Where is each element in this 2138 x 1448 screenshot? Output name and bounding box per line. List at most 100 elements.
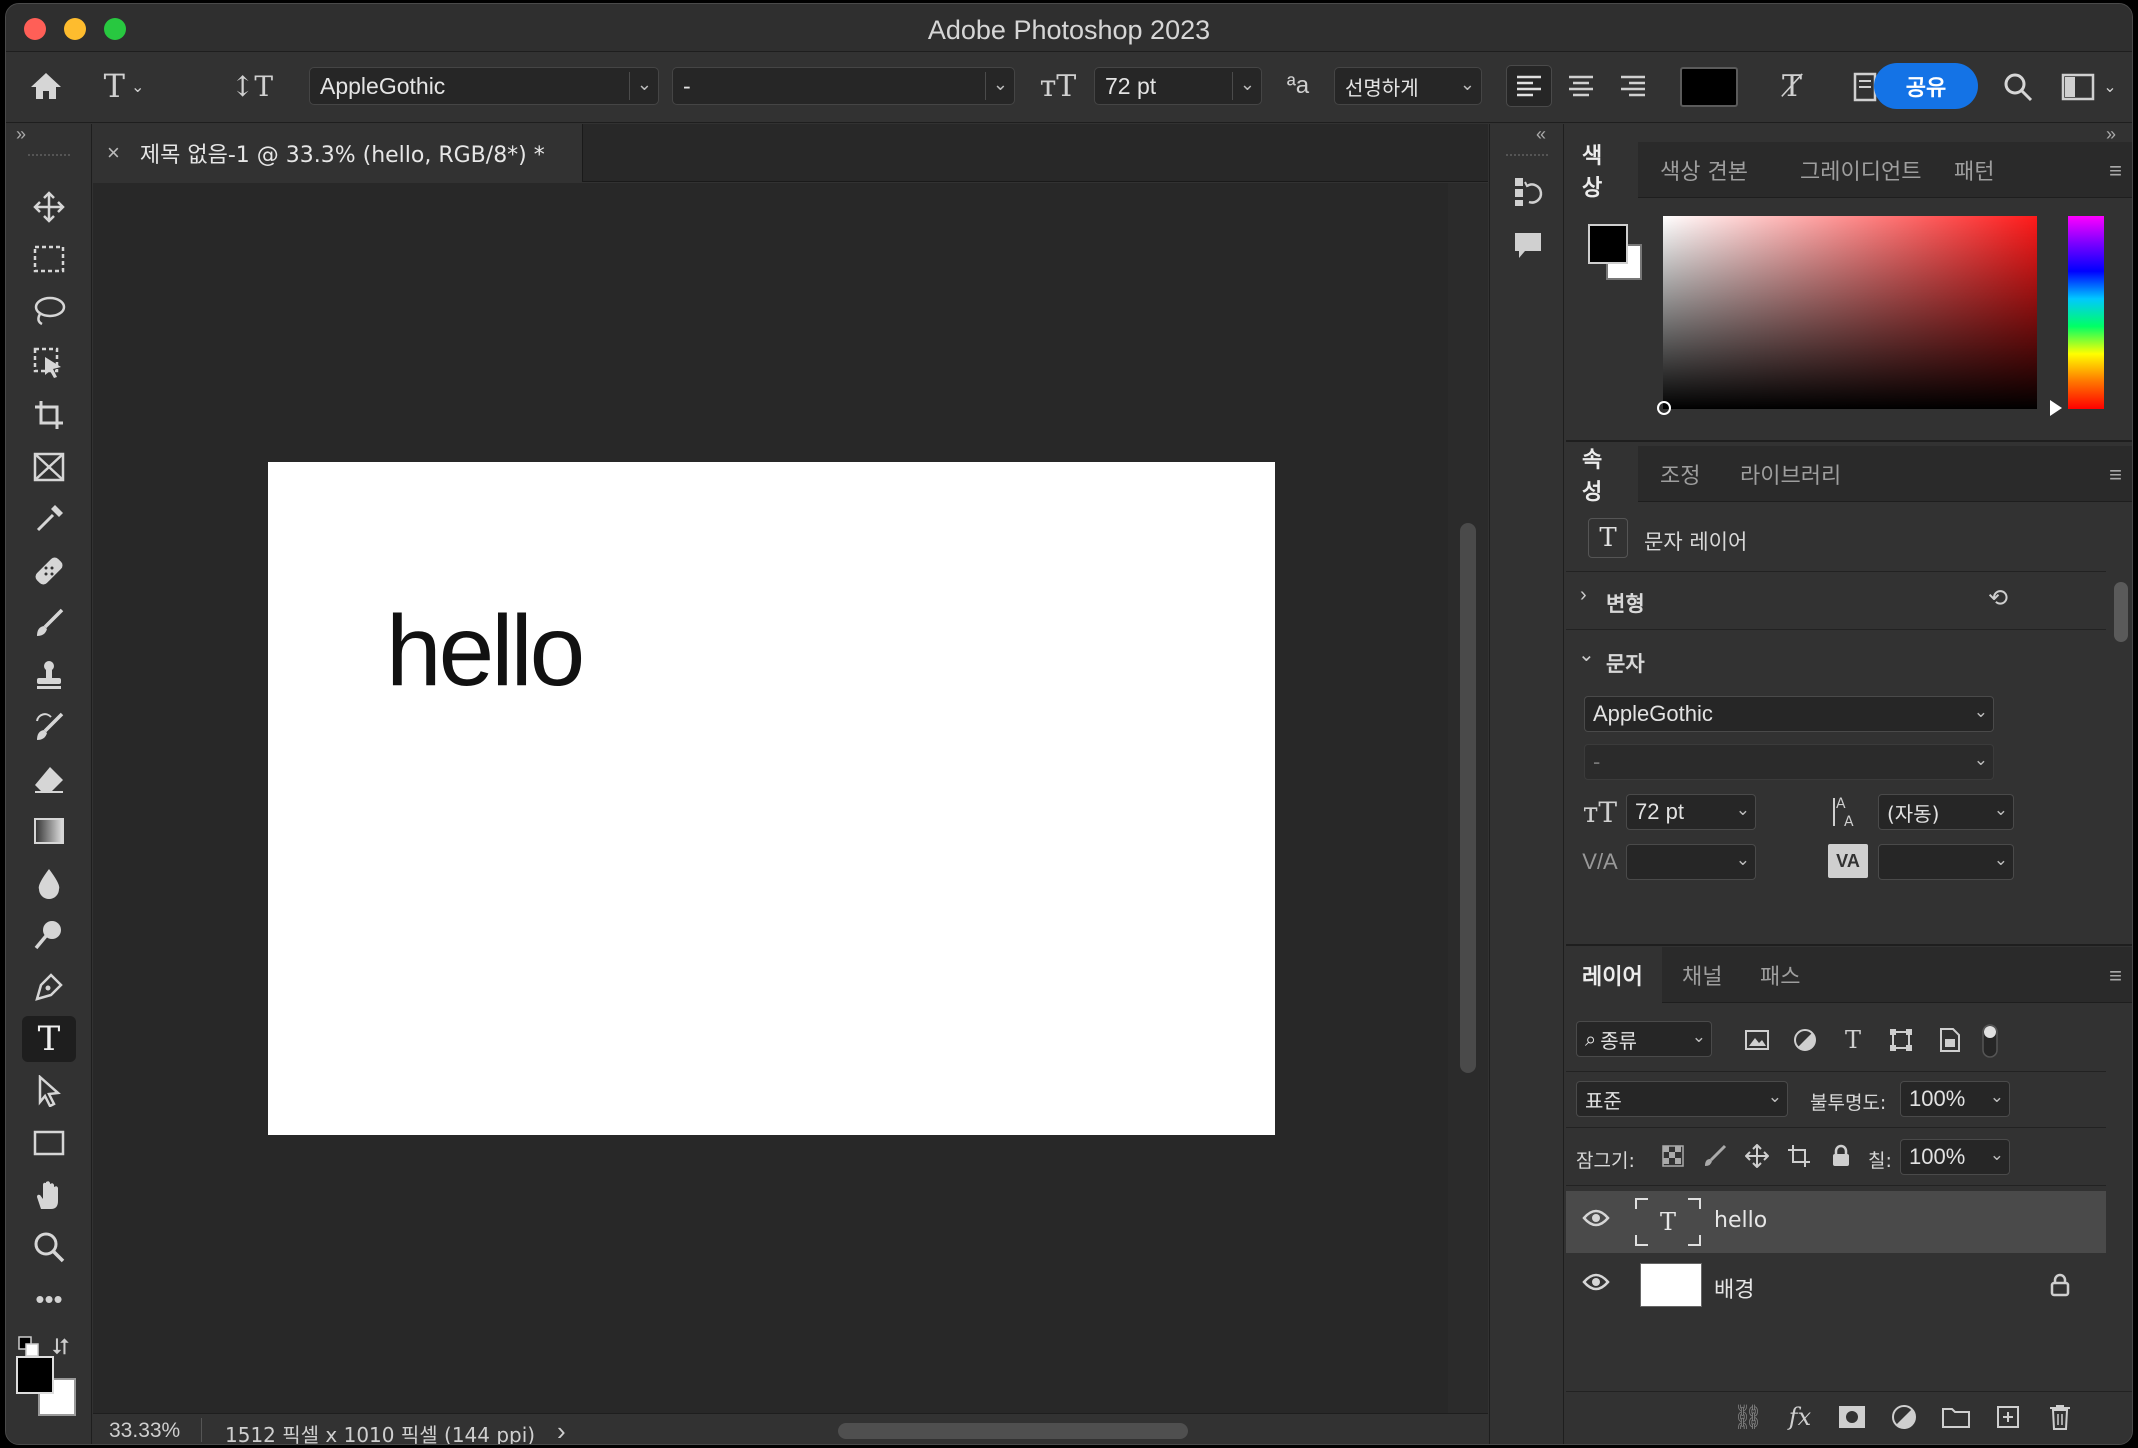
layer-name[interactable]: 배경 — [1714, 1272, 1754, 1304]
dock-collapse-icon[interactable]: « — [1536, 124, 1546, 145]
tab-gradients[interactable]: 그레이디언트 — [1784, 142, 1937, 198]
eye-icon[interactable] — [1582, 1207, 1610, 1235]
eye-icon[interactable] — [1582, 1271, 1610, 1299]
clone-stamp-tool-icon[interactable] — [22, 652, 76, 698]
saturation-value-field[interactable] — [1657, 216, 2037, 415]
properties-font-style-dropdown[interactable]: - ⌄ — [1584, 744, 1994, 780]
type-tool-preset-icon[interactable]: T ⌄ — [94, 65, 154, 107]
font-family-dropdown[interactable]: AppleGothic ⌄ — [309, 67, 659, 105]
move-tool-icon[interactable] — [22, 184, 76, 230]
filter-toggle-icon[interactable] — [1976, 1021, 2004, 1061]
text-layer-thumbnail[interactable]: T — [1634, 1197, 1702, 1247]
align-right-button[interactable] — [1610, 65, 1656, 107]
transform-section-toggle[interactable]: › — [1580, 584, 1587, 607]
healing-brush-tool-icon[interactable] — [22, 548, 76, 594]
horizontal-scroll-thumb[interactable] — [838, 1423, 1188, 1439]
canvas-text-layer[interactable]: hello — [386, 594, 585, 709]
tab-properties[interactable]: 속성 — [1566, 446, 1638, 505]
tracking-field[interactable]: ⌄ — [1878, 844, 2014, 880]
layer-style-fx-icon[interactable]: fx — [1782, 1399, 1818, 1435]
vertical-scroll-thumb[interactable] — [1460, 523, 1476, 1073]
leading-field[interactable]: (자동) ⌄ — [1878, 794, 2014, 830]
hue-slider[interactable] — [2068, 216, 2104, 409]
eyedropper-tool-icon[interactable] — [22, 496, 76, 542]
document-tab[interactable]: × 제목 없음-1 @ 33.3% (hello, RGB/8*) * — [93, 124, 583, 182]
blend-mode-dropdown[interactable]: 표준 ⌄ — [1576, 1081, 1788, 1117]
panel-menu-icon[interactable]: ≡ — [2109, 963, 2122, 989]
filter-type-icon[interactable]: T — [1836, 1023, 1870, 1057]
blur-tool-icon[interactable] — [22, 860, 76, 906]
lock-icon[interactable] — [2050, 1273, 2070, 1302]
lock-artboard-icon[interactable] — [1784, 1141, 1814, 1171]
hand-tool-icon[interactable] — [22, 1172, 76, 1218]
zoom-level[interactable]: 33.33% — [109, 1419, 180, 1443]
close-tab-icon[interactable]: × — [107, 140, 120, 166]
share-button[interactable]: 공유 — [1874, 63, 1978, 109]
tab-paths[interactable]: 패스 — [1744, 947, 1816, 1003]
filter-smart-object-icon[interactable] — [1932, 1023, 1966, 1057]
dodge-tool-icon[interactable] — [22, 912, 76, 958]
gradient-tool-icon[interactable] — [22, 808, 76, 854]
new-adjustment-layer-icon[interactable] — [1886, 1399, 1922, 1435]
hue-slider-handle[interactable] — [2050, 400, 2062, 416]
tab-patterns[interactable]: 패턴 — [1938, 142, 2010, 198]
layer-name[interactable]: hello — [1714, 1208, 1767, 1233]
history-icon[interactable] — [1510, 174, 1546, 210]
layer-filter-dropdown[interactable]: ⌕ 종류 ⌄ — [1576, 1021, 1712, 1057]
tab-adjustments[interactable]: 조정 — [1644, 446, 1716, 502]
toolbar-collapse-icon[interactable]: » — [16, 124, 26, 145]
color-cursor[interactable] — [1657, 401, 1671, 415]
delete-layer-icon[interactable] — [2042, 1399, 2078, 1435]
search-icon[interactable] — [1998, 67, 2038, 107]
properties-font-family-dropdown[interactable]: AppleGothic ⌄ — [1584, 696, 1994, 732]
swap-colors-icon[interactable]: ⮃ — [52, 1334, 70, 1360]
brush-tool-icon[interactable] — [22, 600, 76, 646]
tab-channels[interactable]: 채널 — [1666, 947, 1738, 1003]
lock-position-icon[interactable] — [1742, 1141, 1772, 1171]
lock-transparent-pixels-icon[interactable] — [1658, 1141, 1688, 1171]
opacity-field[interactable]: 100% ⌄ — [1900, 1081, 2010, 1117]
align-left-button[interactable] — [1506, 65, 1552, 107]
foreground-color-swatch[interactable] — [16, 1356, 54, 1394]
document-canvas[interactable]: hello — [268, 462, 1275, 1135]
reset-transform-icon[interactable]: ⟲ — [1980, 580, 2016, 616]
rectangle-tool-icon[interactable] — [22, 1120, 76, 1166]
workspace-switcher-icon[interactable]: ⌄ — [2052, 67, 2126, 107]
text-orientation-icon[interactable]: ↕T — [231, 65, 273, 107]
panel-menu-icon[interactable]: ≡ — [2109, 158, 2122, 184]
zoom-tool-icon[interactable] — [22, 1224, 76, 1270]
properties-font-size-field[interactable]: 72 pt ⌄ — [1626, 794, 1756, 830]
new-group-icon[interactable] — [1938, 1399, 1974, 1435]
tab-swatches[interactable]: 색상 견본 — [1644, 142, 1764, 198]
comments-icon[interactable] — [1510, 228, 1546, 264]
filter-shape-icon[interactable] — [1884, 1023, 1918, 1057]
eraser-tool-icon[interactable] — [22, 756, 76, 802]
pen-tool-icon[interactable] — [22, 964, 76, 1010]
kerning-field[interactable]: ⌄ — [1626, 844, 1756, 880]
crop-tool-icon[interactable] — [22, 392, 76, 438]
background-layer-thumbnail[interactable] — [1640, 1263, 1702, 1307]
character-section-toggle[interactable]: ⌄ — [1578, 642, 1595, 667]
transform-section-title[interactable]: 변형 — [1606, 588, 1645, 618]
panel-menu-icon[interactable]: ≡ — [2109, 462, 2122, 488]
layer-row-background[interactable]: 배경 — [1566, 1255, 2106, 1317]
tab-layers[interactable]: 레이어 — [1566, 947, 1662, 1003]
lock-image-pixels-icon[interactable] — [1700, 1141, 1730, 1171]
fill-field[interactable]: 100% ⌄ — [1900, 1139, 2010, 1175]
lasso-tool-icon[interactable] — [22, 288, 76, 334]
layer-row-hello[interactable]: T hello — [1566, 1191, 2106, 1253]
warp-text-icon[interactable]: Ⱦ — [1770, 65, 1814, 107]
canvas-area[interactable]: hello — [93, 183, 1448, 1413]
antialias-dropdown[interactable]: 선명하게 ⌄ — [1334, 67, 1482, 105]
filter-pixel-icon[interactable] — [1740, 1023, 1774, 1057]
tab-color[interactable]: 색상 — [1566, 142, 1638, 201]
filter-adjustment-icon[interactable] — [1788, 1023, 1822, 1057]
dock-grip[interactable] — [1506, 154, 1548, 156]
history-brush-tool-icon[interactable] — [22, 704, 76, 750]
align-center-button[interactable] — [1558, 65, 1604, 107]
more-tools-icon[interactable]: ••• — [22, 1276, 76, 1322]
object-selection-tool-icon[interactable] — [22, 340, 76, 386]
lock-all-icon[interactable] — [1826, 1141, 1856, 1171]
new-layer-icon[interactable] — [1990, 1399, 2026, 1435]
toolbar-grip[interactable] — [28, 154, 70, 158]
